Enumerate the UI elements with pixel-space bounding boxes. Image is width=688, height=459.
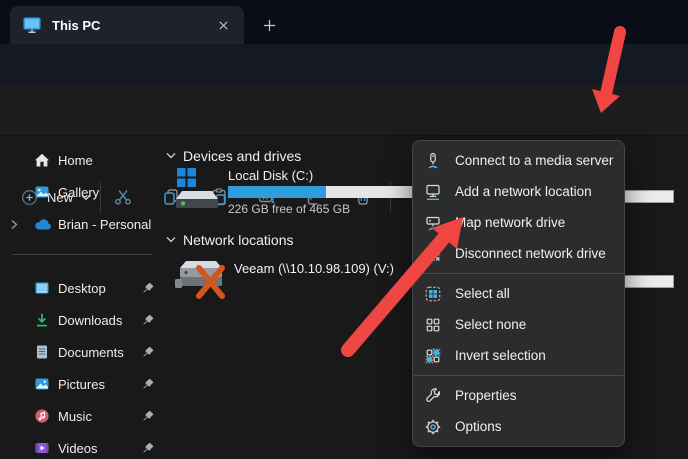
disconnect-network-drive-icon	[424, 245, 442, 263]
gallery-icon	[34, 184, 52, 200]
onedrive-cloud-icon	[34, 217, 52, 231]
menu-item-select-none[interactable]: Select none	[413, 309, 624, 340]
address-bar-row: This PC	[0, 44, 688, 86]
properties-icon	[424, 387, 442, 405]
options-icon	[424, 418, 442, 436]
downloads-icon	[34, 312, 52, 328]
map-network-drive-icon	[424, 214, 442, 232]
drive-item-veeam-network[interactable]: Veeam (\\10.10.98.109) (V:)	[172, 253, 394, 305]
menu-item-properties[interactable]: Properties	[413, 380, 624, 411]
tab-this-pc[interactable]: This PC	[10, 6, 244, 44]
section-title: Devices and drives	[183, 148, 301, 164]
sidebar-item-label: Music	[58, 409, 92, 424]
drive-capacity-text: 226 GB free of 465 GB	[228, 202, 420, 216]
menu-item-add-network-location[interactable]: Add a network location	[413, 176, 624, 207]
sidebar-item-music[interactable]: Music	[4, 400, 160, 432]
pin-icon	[140, 409, 156, 424]
menu-item-label: Properties	[455, 388, 517, 403]
desktop-icon	[34, 280, 52, 296]
menu-item-label: Select all	[455, 286, 510, 301]
menu-item-select-all[interactable]: Select all	[413, 278, 624, 309]
sidebar-item-downloads[interactable]: Downloads	[4, 304, 160, 336]
home-icon	[34, 152, 52, 168]
section-network-locations: Network locations	[166, 231, 294, 249]
collapse-chevron-icon[interactable]	[166, 236, 176, 244]
menu-item-disconnect-network-drive[interactable]: Disconnect network drive	[413, 238, 624, 269]
capacity-bar	[623, 275, 674, 288]
sidebar-item-label: Documents	[58, 345, 124, 360]
command-toolbar: New Sort View	[0, 86, 688, 136]
sidebar-item-label: Gallery	[58, 185, 99, 200]
titlebar: This PC	[0, 0, 688, 44]
sidebar-item-label: Videos	[58, 441, 98, 456]
disconnected-network-drive-icon	[172, 253, 228, 305]
collapse-chevron-icon[interactable]	[166, 152, 176, 160]
sidebar-item-documents[interactable]: Documents	[4, 336, 160, 368]
menu-item-options[interactable]: Options	[413, 411, 624, 442]
pin-icon	[140, 281, 156, 296]
media-server-icon	[424, 152, 442, 170]
sidebar-item-pictures[interactable]: Pictures	[4, 368, 160, 400]
pin-icon	[140, 441, 156, 456]
documents-icon	[34, 344, 52, 360]
sidebar-item-onedrive-personal[interactable]: Brian - Personal	[4, 208, 160, 240]
close-tab-icon[interactable]	[212, 14, 234, 36]
menu-item-label: Options	[455, 419, 502, 434]
sidebar-item-label: Desktop	[58, 281, 106, 296]
invert-selection-icon	[424, 347, 442, 365]
pin-icon	[140, 377, 156, 392]
sidebar-separator	[12, 254, 152, 255]
sidebar-item-videos[interactable]: Videos	[4, 432, 160, 459]
section-title: Network locations	[183, 232, 294, 248]
sidebar-item-label: Downloads	[58, 313, 122, 328]
pin-icon	[140, 313, 156, 328]
sidebar-item-label: Pictures	[58, 377, 105, 392]
select-all-icon	[424, 285, 442, 303]
this-pc-monitor-icon	[22, 16, 42, 34]
new-tab-button[interactable]	[256, 12, 282, 38]
sidebar-item-label: Home	[58, 153, 93, 168]
plus-icon	[262, 18, 277, 33]
menu-item-connect-to-media-server[interactable]: Connect to a media server	[413, 145, 624, 176]
local-disk-icon	[172, 168, 220, 216]
capacity-bar-fill	[228, 186, 326, 198]
menu-separator	[414, 375, 623, 376]
drive-item-local-disk-c[interactable]: Local Disk (C:) 226 GB free of 465 GB	[172, 168, 420, 216]
menu-item-map-network-drive[interactable]: Map network drive	[413, 207, 624, 238]
add-network-location-icon	[424, 183, 442, 201]
file-explorer-window: This PC This PC	[0, 0, 688, 459]
sidebar-item-label: Brian - Personal	[58, 217, 151, 232]
pictures-icon	[34, 376, 52, 392]
capacity-bar	[228, 186, 420, 198]
expand-chevron-icon[interactable]	[10, 219, 22, 230]
capacity-bar	[623, 190, 674, 203]
tab-title: This PC	[52, 18, 212, 33]
menu-separator	[414, 273, 623, 274]
pin-icon	[140, 345, 156, 360]
menu-item-label: Select none	[455, 317, 526, 332]
drive-name: Veeam (\\10.10.98.109) (V:)	[234, 261, 394, 305]
sidebar-item-home[interactable]: Home	[4, 144, 160, 176]
see-more-menu: Connect to a media server Add a network …	[412, 140, 625, 447]
sidebar-item-gallery[interactable]: Gallery	[4, 176, 160, 208]
sidebar-item-desktop[interactable]: Desktop	[4, 272, 160, 304]
section-devices-and-drives: Devices and drives	[166, 147, 301, 165]
menu-item-invert-selection[interactable]: Invert selection	[413, 340, 624, 371]
menu-item-label: Disconnect network drive	[455, 246, 606, 261]
menu-item-label: Invert selection	[455, 348, 546, 363]
drive-name: Local Disk (C:)	[228, 168, 420, 183]
menu-item-label: Connect to a media server	[455, 153, 613, 168]
videos-icon	[34, 440, 52, 456]
menu-item-label: Map network drive	[455, 215, 565, 230]
select-none-icon	[424, 316, 442, 334]
menu-item-label: Add a network location	[455, 184, 592, 199]
music-icon	[34, 408, 52, 424]
